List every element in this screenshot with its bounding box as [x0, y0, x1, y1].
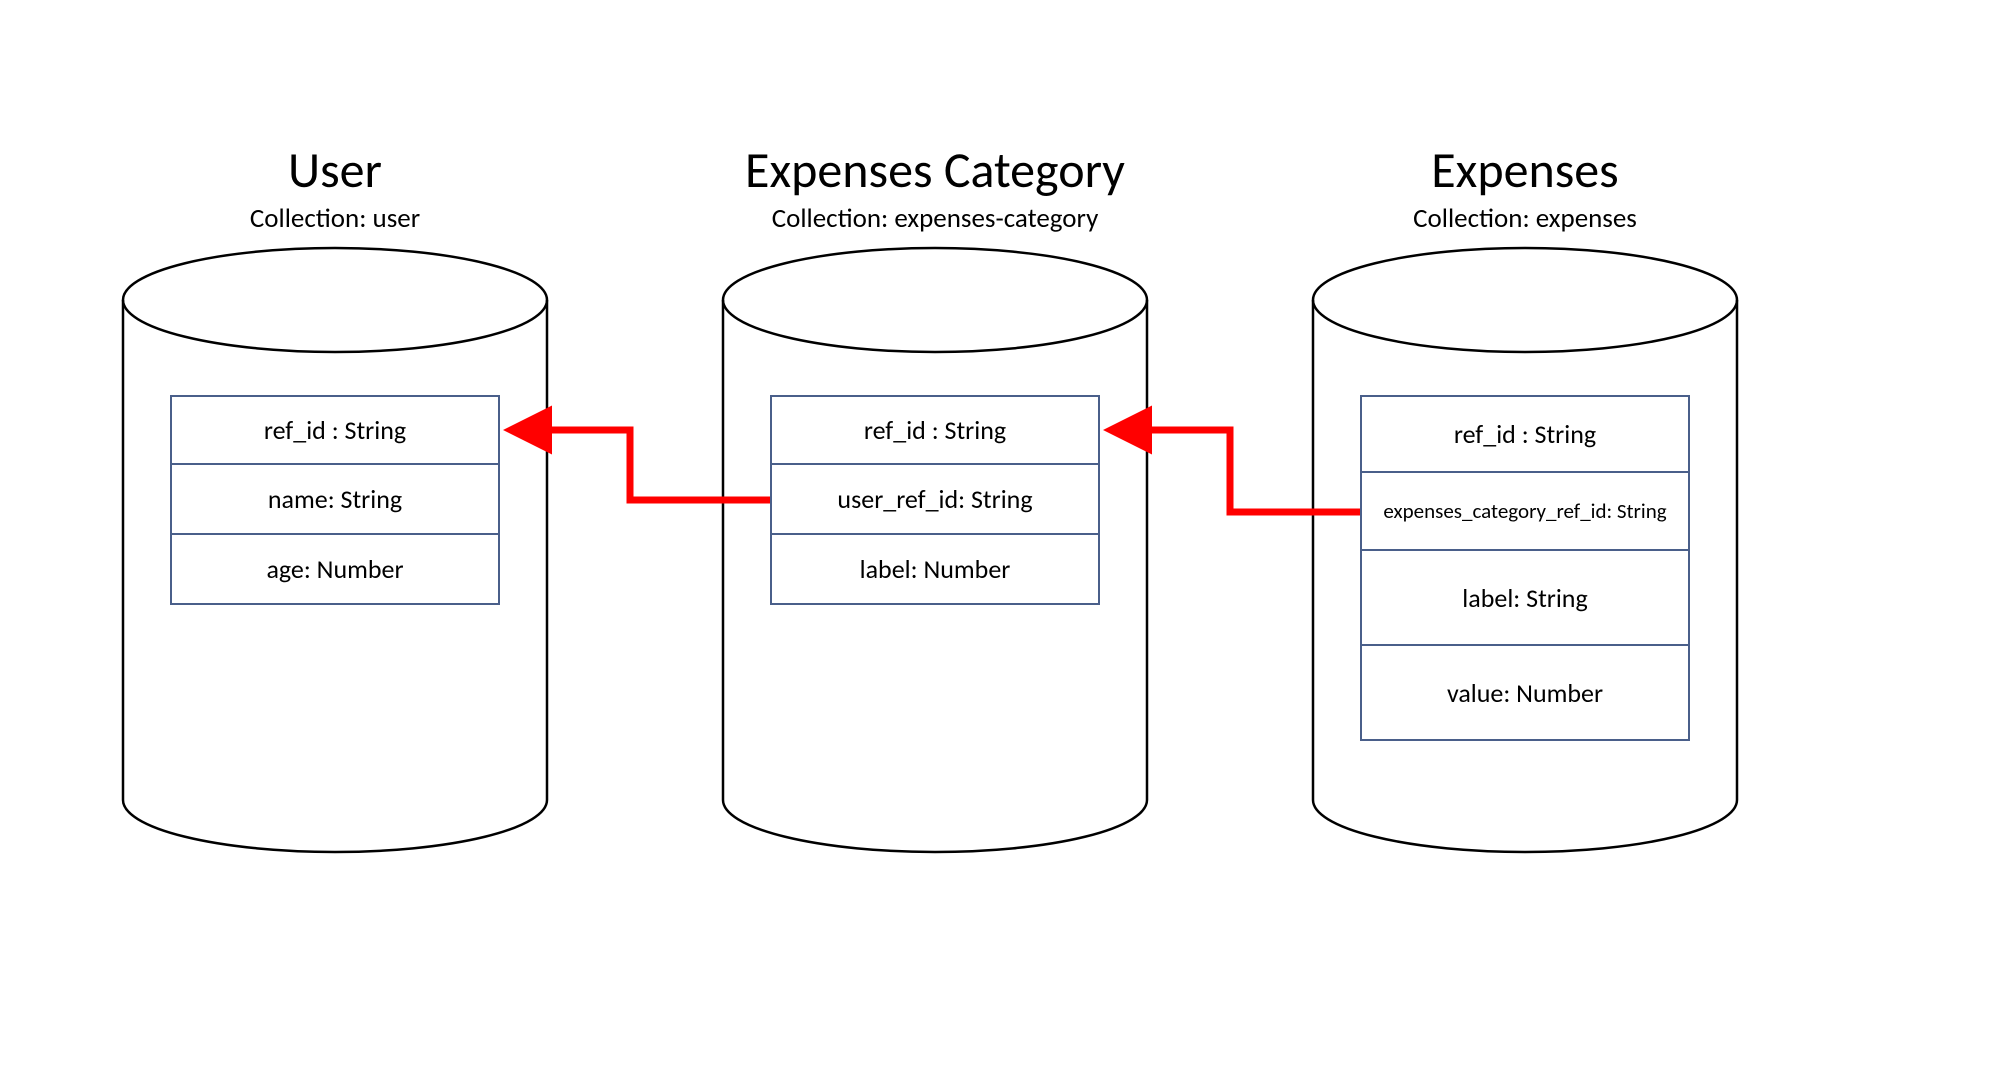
field-expenses-category-2: label: Number: [770, 535, 1100, 605]
field-user-2: age: Number: [170, 535, 500, 605]
entity-title-expenses: Expenses: [1310, 140, 1740, 201]
entity-subtitle-expenses-category: Collection: expenses-category: [720, 202, 1150, 235]
field-expenses-category-1: user_ref_id: String: [770, 465, 1100, 535]
entity-subtitle-expenses: Collection: expenses: [1310, 202, 1740, 235]
field-stack-user: ref_id : String name: String age: Number: [170, 395, 500, 605]
field-expenses-2: label: String: [1360, 551, 1690, 646]
field-user-1: name: String: [170, 465, 500, 535]
field-expenses-3: value: Number: [1360, 646, 1690, 741]
diagram-canvas: User Collection: user ref_id : String na…: [0, 0, 2000, 1074]
entity-title-user: User: [120, 140, 550, 201]
field-user-0: ref_id : String: [170, 395, 500, 465]
field-expenses-1: expenses_category_ref_id: String: [1360, 473, 1690, 551]
field-expenses-0: ref_id : String: [1360, 395, 1690, 473]
field-stack-expenses: ref_id : String expenses_category_ref_id…: [1360, 395, 1690, 741]
entity-subtitle-user: Collection: user: [120, 202, 550, 235]
field-expenses-category-0: ref_id : String: [770, 395, 1100, 465]
entity-title-expenses-category: Expenses Category: [720, 140, 1150, 201]
field-stack-expenses-category: ref_id : String user_ref_id: String labe…: [770, 395, 1100, 605]
